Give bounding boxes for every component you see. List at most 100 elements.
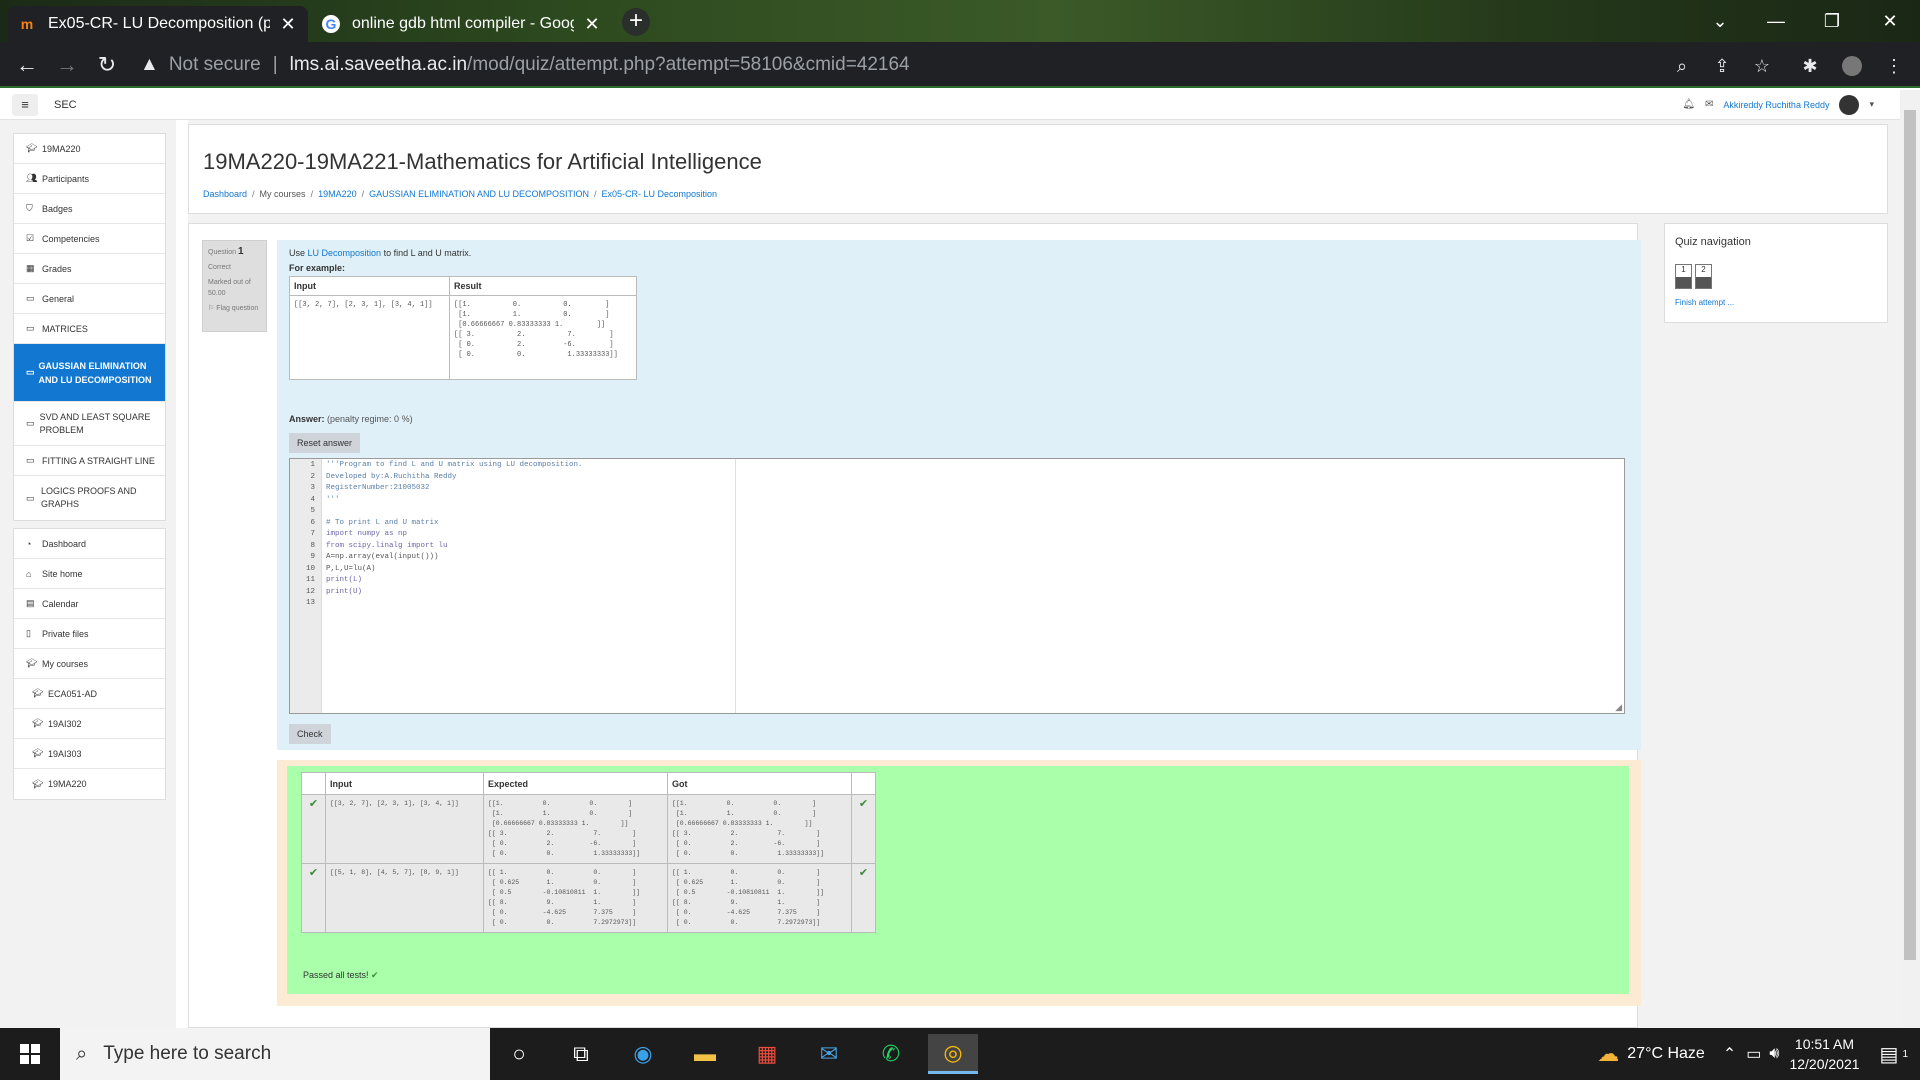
restore-icon[interactable]: ❐ bbox=[1804, 0, 1860, 42]
volume-icon[interactable]: 🔊︎ bbox=[1769, 1045, 1779, 1063]
new-tab-button[interactable]: + bbox=[622, 8, 650, 36]
weather-text[interactable]: 27°C Haze bbox=[1627, 1045, 1705, 1063]
weather-icon[interactable]: ☁ bbox=[1597, 1041, 1619, 1067]
breadcrumb-link[interactable]: My courses bbox=[260, 189, 306, 199]
drawer-item-fitting-line[interactable]: ▭ FITTING A STRAIGHT LINE bbox=[14, 446, 165, 476]
drawer-item-label: Calendar bbox=[42, 598, 79, 609]
microsoft-store-icon[interactable]: ▦ bbox=[742, 1034, 792, 1074]
resize-handle-icon[interactable]: ◢ bbox=[1615, 702, 1622, 713]
mail-icon[interactable]: ✉ bbox=[804, 1034, 854, 1074]
flag-question-link[interactable]: ⚐ Flag question bbox=[208, 303, 261, 314]
notification-bell-icon[interactable]: 🔔︎ bbox=[1682, 99, 1695, 110]
warning-icon: ▲ bbox=[140, 54, 159, 75]
drawer-item-label: My courses bbox=[42, 658, 89, 669]
prompt-text: to find L and U matrix. bbox=[381, 248, 472, 258]
drawer-item-dashboard[interactable]: ◔ Dashboard bbox=[14, 529, 165, 559]
address-bar[interactable]: ▲ Not secure | lms.ai.saveetha.ac.in /mo… bbox=[140, 48, 1780, 82]
main-region: 19MA220-19MA221-Mathematics for Artifici… bbox=[188, 120, 1900, 1028]
back-arrow-icon[interactable]: ← bbox=[12, 50, 42, 80]
drawer-item-general[interactable]: ▭ General bbox=[14, 284, 165, 314]
drawer-item-course[interactable]: 🎓︎ 19AI302 bbox=[14, 709, 165, 739]
page-scrollbar[interactable] bbox=[1900, 90, 1920, 1028]
table-icon: ▦ bbox=[26, 263, 35, 273]
edge-icon[interactable]: ◉ bbox=[618, 1034, 668, 1074]
drawer-item-participants[interactable]: 👥︎ Participants bbox=[14, 164, 165, 194]
drawer-item-label: 19AI302 bbox=[48, 718, 82, 729]
profile-avatar[interactable] bbox=[1838, 52, 1866, 80]
flag-label: Flag question bbox=[216, 305, 259, 312]
graduation-cap-icon: 🎓︎ bbox=[26, 143, 38, 153]
breadcrumb-link[interactable]: Ex05-CR- LU Decomposition bbox=[602, 189, 718, 199]
clock[interactable]: 10:51 AM 12/20/2021 bbox=[1789, 1034, 1859, 1074]
scrollbar-thumb[interactable] bbox=[1904, 110, 1916, 960]
browser-tab-active[interactable]: m Ex05-CR- LU Decomposition (pag ✕ bbox=[8, 6, 308, 42]
bookmark-star-icon[interactable]: ☆ bbox=[1748, 52, 1776, 80]
question-number: 1 bbox=[237, 246, 244, 257]
quiz-nav-button-1[interactable]: 1 bbox=[1675, 264, 1692, 289]
tray-chevron-icon[interactable]: ⌃ bbox=[1723, 1044, 1736, 1064]
quiz-region: Question 1 Correct Marked out of 50.00 ⚐… bbox=[188, 223, 1641, 1028]
browser-tab[interactable]: G online gdb html compiler - Goog ✕ bbox=[312, 6, 612, 42]
results-header-expected: Expected bbox=[483, 772, 668, 795]
search-icon: ⌕ bbox=[76, 1042, 88, 1065]
battery-icon[interactable]: ▭ bbox=[1746, 1044, 1761, 1064]
drawer-toggle-icon[interactable]: ≡ bbox=[12, 93, 38, 116]
finish-attempt-link[interactable]: Finish attempt ... bbox=[1675, 298, 1734, 307]
breadcrumb-link[interactable]: 19MA220 bbox=[318, 189, 357, 199]
minimize-icon[interactable]: — bbox=[1748, 0, 1804, 42]
drawer-item-svd[interactable]: ▭ SVD AND LEAST SQUARE PROBLEM bbox=[14, 402, 165, 446]
security-label: Not secure bbox=[168, 54, 261, 75]
messages-icon[interactable]: ✉ bbox=[1705, 99, 1713, 110]
check-button[interactable]: Check bbox=[289, 724, 331, 744]
drawer-item-matrices[interactable]: ▭ MATRICES bbox=[14, 314, 165, 344]
drawer-item-site-home[interactable]: ⌂ Site home bbox=[14, 559, 165, 589]
code-editor[interactable]: 1 2 3 4 5 6 7 8 9 10 11 12 13 '''Program… bbox=[289, 458, 1625, 714]
share-icon[interactable]: ⇪ bbox=[1708, 52, 1736, 80]
close-tab-icon[interactable]: ✕ bbox=[278, 14, 298, 35]
menu-kebab-icon[interactable]: ⋮ bbox=[1880, 52, 1908, 80]
forward-arrow-icon[interactable]: → bbox=[52, 50, 82, 80]
code-line: print(U) bbox=[326, 587, 363, 596]
penalty-text: (penalty regime: 0 %) bbox=[327, 414, 413, 424]
close-tab-icon[interactable]: ✕ bbox=[582, 14, 602, 35]
windows-start-button[interactable] bbox=[0, 1028, 60, 1080]
reset-answer-button[interactable]: Reset answer bbox=[289, 433, 361, 453]
zoom-icon[interactable]: ⌕ bbox=[1668, 52, 1696, 80]
drawer-item-course[interactable]: 🎓︎ 19MA220 bbox=[14, 769, 165, 799]
lu-decomposition-link[interactable]: LU Decomposition bbox=[308, 248, 382, 258]
moodle-navbar: ≡ SEC 🔔︎ ✉ Akkireddy Ruchitha Reddy ▾ bbox=[0, 90, 1900, 120]
drawer-item-course[interactable]: 🎓︎ 19AI303 bbox=[14, 739, 165, 769]
drawer-item-logics[interactable]: ▭ LOGICS PROOFS AND GRAPHS bbox=[14, 476, 165, 520]
drawer-item-gaussian-elimination[interactable]: ▭ GAUSSIAN ELIMINATION AND LU DECOMPOSITI… bbox=[14, 344, 165, 402]
breadcrumb-link[interactable]: GAUSSIAN ELIMINATION AND LU DECOMPOSITIO… bbox=[369, 189, 589, 199]
drawer-item-my-courses[interactable]: 🎓︎ My courses bbox=[14, 649, 165, 679]
moodle-icon: m bbox=[20, 16, 34, 32]
quiz-nav-button-2[interactable]: 2 bbox=[1695, 264, 1712, 289]
notification-center-icon[interactable]: ▤ bbox=[1880, 1042, 1899, 1067]
drawer-item-calendar[interactable]: ▤ Calendar bbox=[14, 589, 165, 619]
cortana-icon[interactable]: ○ bbox=[494, 1034, 544, 1074]
reload-icon[interactable]: ↻ bbox=[92, 50, 122, 80]
drawer-item-course[interactable]: 🎓︎ ECA051-AD bbox=[14, 679, 165, 709]
avatar[interactable] bbox=[1839, 94, 1860, 115]
quiz-navigation-block: Quiz navigation 1 2 Finish attempt ... bbox=[1664, 223, 1888, 323]
extensions-puzzle-icon[interactable]: ✱ bbox=[1796, 52, 1824, 80]
taskbar-search-box[interactable]: ⌕ Type here to search bbox=[60, 1028, 490, 1080]
drawer-item-label: Competencies bbox=[42, 233, 100, 244]
drawer-item-competencies[interactable]: ☑ Competencies bbox=[14, 224, 165, 254]
close-window-icon[interactable]: ✕ bbox=[1862, 0, 1918, 42]
quiz-nav-number: 2 bbox=[1701, 265, 1706, 274]
user-menu-chevron-icon[interactable]: ▾ bbox=[1869, 99, 1874, 110]
drawer-item-private-files[interactable]: ▯ Private files bbox=[14, 619, 165, 649]
user-name[interactable]: Akkireddy Ruchitha Reddy bbox=[1723, 100, 1829, 110]
site-name[interactable]: SEC bbox=[54, 99, 77, 111]
task-view-icon[interactable]: ⧉ bbox=[556, 1034, 606, 1074]
tab-search-icon[interactable]: ⌄ bbox=[1692, 0, 1748, 42]
drawer-item-grades[interactable]: ▦ Grades bbox=[14, 254, 165, 284]
breadcrumb-link[interactable]: Dashboard bbox=[203, 189, 247, 199]
whatsapp-icon[interactable]: ✆ bbox=[866, 1034, 916, 1074]
drawer-item-badges[interactable]: ⛉ Badges bbox=[14, 194, 165, 224]
file-explorer-icon[interactable]: ▬ bbox=[680, 1034, 730, 1074]
chrome-icon[interactable]: ◎ bbox=[928, 1034, 978, 1074]
drawer-item-course[interactable]: 🎓︎ 19MA220 bbox=[14, 134, 165, 164]
